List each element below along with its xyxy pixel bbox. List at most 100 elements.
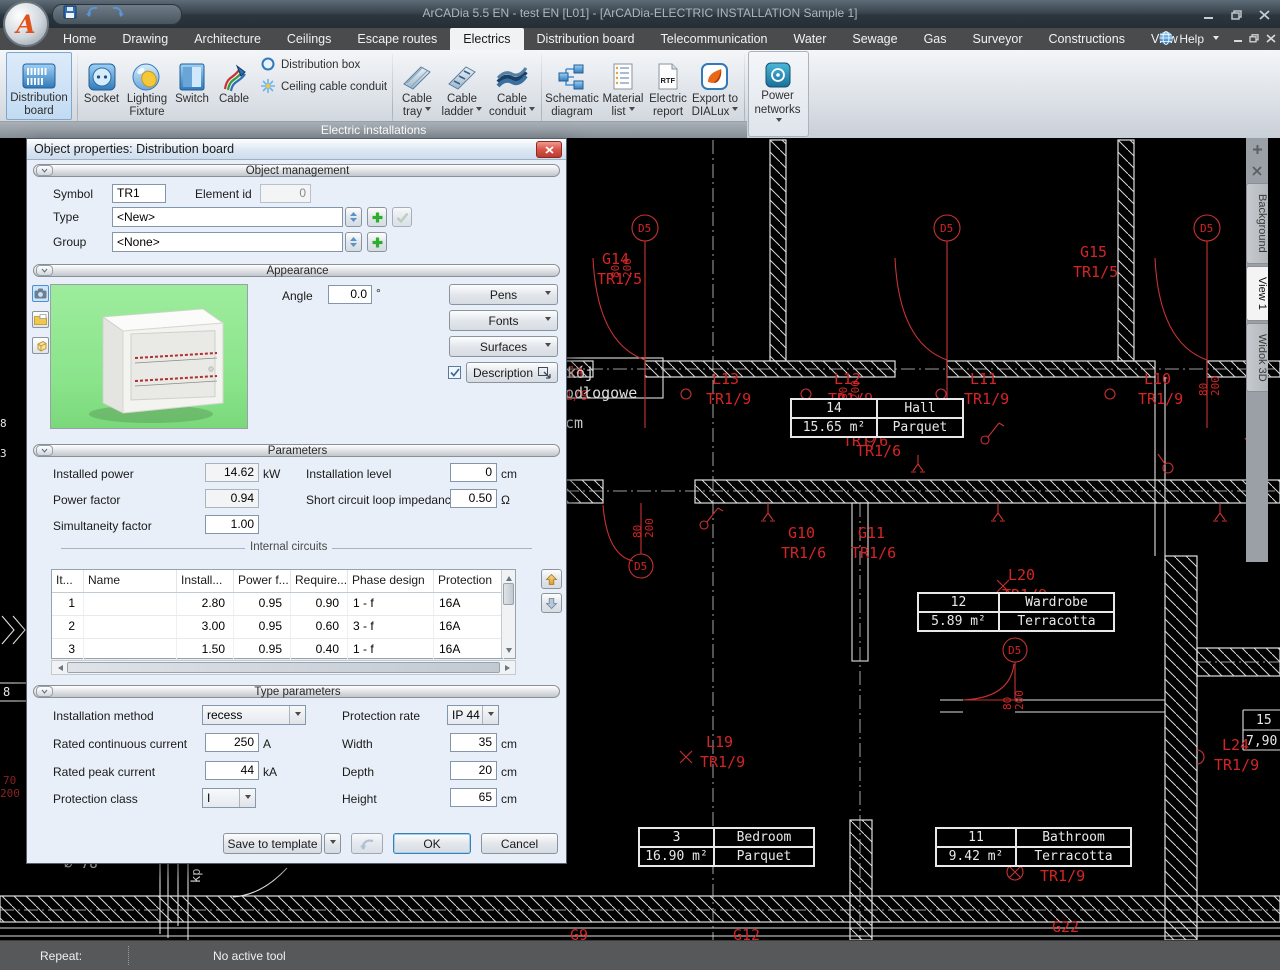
- group-add-button[interactable]: [367, 232, 387, 252]
- section-parameters[interactable]: Parameters: [33, 444, 560, 457]
- move-row-down-button[interactable]: [541, 593, 562, 613]
- cable-tray-button[interactable]: Cable tray: [396, 52, 438, 120]
- schematic-diagram-button[interactable]: Schematic diagram: [545, 52, 599, 120]
- power-networks-button[interactable]: Power networks: [750, 58, 805, 126]
- tab-telecommunication[interactable]: Telecommunication: [648, 28, 781, 50]
- export-to-dialux-dropdown-icon[interactable]: [732, 107, 738, 114]
- height-input[interactable]: 65: [450, 788, 497, 807]
- distribution-box-button[interactable]: Distribution box: [260, 56, 360, 74]
- tab-drawing[interactable]: Drawing: [109, 28, 181, 50]
- tab-gas[interactable]: Gas: [911, 28, 960, 50]
- pens-button[interactable]: Pens: [449, 284, 558, 305]
- cable-tray-dropdown-icon[interactable]: [425, 107, 431, 114]
- view-tab-view-1[interactable]: View 1: [1246, 266, 1268, 321]
- description-checkbox[interactable]: [448, 366, 461, 379]
- section-appearance[interactable]: Appearance: [33, 264, 560, 277]
- group-spin-button[interactable]: [345, 232, 362, 252]
- installation-method-select[interactable]: recess: [202, 705, 306, 725]
- cable-ladder-button[interactable]: Cable ladder: [440, 52, 484, 120]
- column-header[interactable]: Name: [84, 570, 177, 592]
- table-vertical-scrollbar[interactable]: [501, 570, 515, 658]
- column-header[interactable]: Require...: [291, 570, 348, 592]
- surfaces-button[interactable]: Surfaces: [449, 336, 558, 357]
- material-list-dropdown-icon[interactable]: [629, 107, 635, 114]
- table-row[interactable]: 31.500.950.401 - f16A: [52, 639, 515, 662]
- preview-3d-button[interactable]: [32, 337, 49, 354]
- save-to-template-dropdown-button[interactable]: [324, 833, 341, 854]
- close-view-icon[interactable]: [1246, 160, 1268, 182]
- titlebar[interactable]: ArCADia 5.5 EN - test EN [L01] - [ArCADi…: [0, 0, 1280, 29]
- preview-open-button[interactable]: [32, 311, 49, 328]
- add-view-icon[interactable]: [1246, 138, 1268, 160]
- table-row[interactable]: 23.000.950.603 - f16A: [52, 616, 515, 639]
- mdi-minimize-icon[interactable]: [1233, 32, 1243, 46]
- section-object-management[interactable]: Object management: [33, 164, 560, 177]
- cable-button[interactable]: Cable: [214, 52, 254, 120]
- column-header[interactable]: Phase design: [348, 570, 434, 592]
- ceiling-cable-conduit-button[interactable]: Ceiling cable conduit: [260, 78, 387, 96]
- revert-button[interactable]: [351, 833, 383, 854]
- tab-sewage[interactable]: Sewage: [839, 28, 910, 50]
- collapse-chevron-icon[interactable]: [36, 686, 53, 697]
- application-menu-button[interactable]: A: [3, 1, 49, 47]
- tab-constructions[interactable]: Constructions: [1036, 28, 1138, 50]
- save-to-template-button[interactable]: Save to template: [223, 833, 322, 854]
- internal-circuits-table[interactable]: It...NameInstall...Power f...Require...P…: [51, 569, 516, 659]
- type-add-button[interactable]: [367, 207, 387, 227]
- help-menu[interactable]: Help: [1179, 32, 1204, 46]
- preview-photo-button[interactable]: [32, 285, 49, 302]
- rated-peak-current-input[interactable]: 44: [205, 761, 259, 780]
- symbol-input[interactable]: TR1: [112, 184, 166, 203]
- switch-button[interactable]: Switch: [172, 52, 212, 120]
- view-tab-background[interactable]: Background: [1246, 183, 1268, 264]
- tab-escape-routes[interactable]: Escape routes: [344, 28, 450, 50]
- distribution-board-button[interactable]: Distribution board: [6, 52, 72, 120]
- power-networks-dropdown-icon[interactable]: [776, 118, 782, 125]
- simultaneity-input[interactable]: 1.00: [205, 515, 259, 534]
- dialog-titlebar[interactable]: Object properties: Distribution board: [27, 139, 566, 160]
- column-header[interactable]: Protection: [434, 570, 504, 592]
- export-to-dialux-button[interactable]: Export to DIALux: [688, 52, 742, 120]
- mdi-restore-icon[interactable]: [1249, 32, 1260, 46]
- tab-distribution-board[interactable]: Distribution board: [524, 28, 648, 50]
- tab-water[interactable]: Water: [781, 28, 840, 50]
- fonts-button[interactable]: Fonts: [449, 310, 558, 331]
- electric-report-button[interactable]: RTF Electric report: [648, 52, 688, 120]
- type-spin-button[interactable]: [345, 207, 362, 227]
- protection-rate-select[interactable]: IP 44: [447, 705, 499, 725]
- dialog-close-button[interactable]: [536, 141, 562, 158]
- collapse-chevron-icon[interactable]: [36, 445, 53, 456]
- column-header[interactable]: Install...: [177, 570, 234, 592]
- tab-surveyor[interactable]: Surveyor: [960, 28, 1036, 50]
- close-icon[interactable]: [1259, 7, 1270, 25]
- table-horizontal-scrollbar[interactable]: [51, 660, 516, 675]
- tab-architecture[interactable]: Architecture: [181, 28, 274, 50]
- description-button[interactable]: Description: [466, 362, 558, 383]
- group-combobox[interactable]: <None>: [112, 232, 343, 252]
- installation-level-input[interactable]: 0: [450, 463, 497, 482]
- cancel-button[interactable]: Cancel: [481, 833, 558, 854]
- material-list-button[interactable]: Material list: [600, 52, 646, 120]
- cable-conduit-dropdown-icon[interactable]: [529, 107, 535, 114]
- cable-conduit-button[interactable]: Cable conduit: [486, 52, 538, 120]
- lighting-fixture-button[interactable]: Lighting Fixture: [124, 52, 170, 120]
- table-row[interactable]: 12.800.950.901 - f16A: [52, 593, 515, 616]
- depth-input[interactable]: 20: [450, 761, 497, 780]
- column-header[interactable]: Power f...: [234, 570, 291, 592]
- ok-button[interactable]: OK: [393, 833, 471, 854]
- cable-ladder-dropdown-icon[interactable]: [476, 107, 482, 114]
- column-header[interactable]: It...: [52, 570, 84, 592]
- rated-continuous-current-input[interactable]: 250: [205, 733, 259, 752]
- tab-home[interactable]: Home: [50, 28, 109, 50]
- width-input[interactable]: 35: [450, 733, 497, 752]
- collapse-chevron-icon[interactable]: [36, 165, 53, 176]
- type-combobox[interactable]: <New>: [112, 207, 343, 227]
- mdi-close-icon[interactable]: [1266, 32, 1276, 46]
- section-type-parameters[interactable]: Type parameters: [33, 685, 560, 698]
- help-dropdown-icon[interactable]: [1213, 36, 1219, 43]
- socket-button[interactable]: Socket: [80, 52, 123, 120]
- collapse-chevron-icon[interactable]: [36, 265, 53, 276]
- impedance-input[interactable]: 0.50: [450, 489, 497, 508]
- protection-class-select[interactable]: I: [202, 788, 256, 808]
- minimize-icon[interactable]: [1203, 7, 1215, 25]
